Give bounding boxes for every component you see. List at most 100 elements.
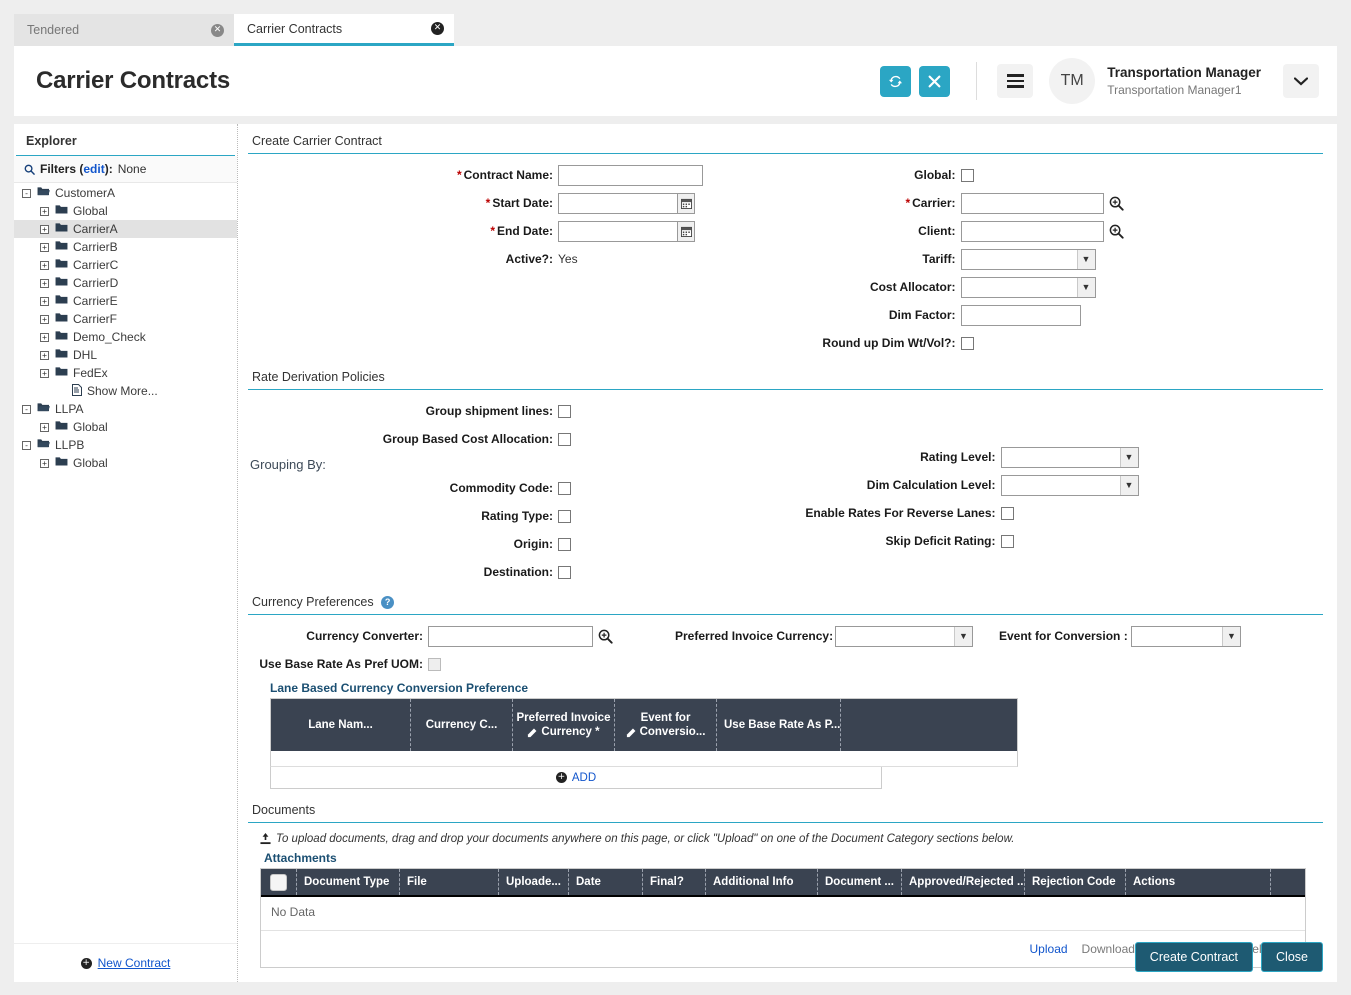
column-file[interactable]: File xyxy=(400,869,499,895)
tree-item-carriera[interactable]: +CarrierA xyxy=(14,220,237,238)
expand-toggle-icon[interactable]: + xyxy=(40,207,49,216)
expand-toggle-icon[interactable]: + xyxy=(40,243,49,252)
column-final[interactable]: Final? xyxy=(643,869,706,895)
tree-item-carrierb[interactable]: + CarrierB xyxy=(14,238,237,256)
tree-item-label: CarrierC xyxy=(73,258,118,272)
column-actions[interactable]: Actions xyxy=(1126,869,1271,895)
collapse-toggle-icon[interactable]: - xyxy=(22,441,31,450)
commodity-code-checkbox[interactable] xyxy=(558,482,571,495)
expand-toggle-icon[interactable]: + xyxy=(40,297,49,306)
end-date-input[interactable] xyxy=(558,221,678,242)
lane-add-button[interactable]: + ADD xyxy=(556,772,596,784)
expand-toggle-icon[interactable]: + xyxy=(40,225,49,234)
rating-level-select[interactable]: ▼ xyxy=(1001,447,1139,468)
new-contract-button[interactable]: + New Contract xyxy=(81,956,171,970)
upload-link[interactable]: Upload xyxy=(1030,942,1068,956)
tree-item-fedex[interactable]: +FedEx xyxy=(14,364,237,382)
preferred-invoice-currency-select[interactable]: ▼ xyxy=(835,626,973,647)
search-icon xyxy=(24,164,35,175)
global-checkbox[interactable] xyxy=(961,169,974,182)
explorer-tree[interactable]: -CustomerA+Global+CarrierA+CarrierB+Carr… xyxy=(14,183,237,943)
expand-toggle-icon[interactable]: + xyxy=(40,459,49,468)
calendar-icon[interactable] xyxy=(678,193,695,214)
column-rejection-code[interactable]: Rejection Code xyxy=(1025,869,1126,895)
contract-name-input[interactable] xyxy=(558,165,703,186)
tab-carrier-contracts[interactable]: Carrier Contracts ✕ xyxy=(234,14,454,46)
close-button[interactable]: Close xyxy=(1261,942,1323,972)
currency-preferences-title: Currency Preferences xyxy=(252,595,374,609)
required-marker: * xyxy=(905,196,910,210)
filters-edit-link[interactable]: edit xyxy=(83,162,104,176)
expand-toggle-icon[interactable]: + xyxy=(40,261,49,270)
filters-row[interactable]: Filters (edit): None xyxy=(14,156,237,183)
tree-item-global[interactable]: +Global xyxy=(14,454,237,472)
tree-item-demo-check[interactable]: +Demo_Check xyxy=(14,328,237,346)
column-document[interactable]: Document ... xyxy=(818,869,902,895)
dim-factor-input[interactable] xyxy=(961,305,1081,326)
expand-toggle-icon[interactable]: + xyxy=(40,423,49,432)
expand-toggle-icon[interactable]: + xyxy=(40,333,49,342)
expand-toggle-icon[interactable]: + xyxy=(40,315,49,324)
tariff-select[interactable]: ▼ xyxy=(961,249,1096,270)
lane-column-lane-name[interactable]: Lane Nam... xyxy=(271,699,411,751)
dim-calculation-level-select[interactable]: ▼ xyxy=(1001,475,1139,496)
select-all-checkbox[interactable] xyxy=(270,874,287,891)
open-folder-icon xyxy=(37,402,50,416)
help-icon[interactable]: ? xyxy=(381,596,394,609)
client-input[interactable] xyxy=(961,221,1104,242)
cost-allocator-select[interactable]: ▼ xyxy=(961,277,1096,298)
tree-item-label: CarrierB xyxy=(73,240,118,254)
rating-type-checkbox[interactable] xyxy=(558,510,571,523)
expand-toggle-icon[interactable]: + xyxy=(40,351,49,360)
origin-checkbox[interactable] xyxy=(558,538,571,551)
tree-item-carrierd[interactable]: +CarrierD xyxy=(14,274,237,292)
tree-item-llpb[interactable]: -LLPB xyxy=(14,436,237,454)
collapse-toggle-icon[interactable]: - xyxy=(22,405,31,414)
skip-deficit-rating-checkbox[interactable] xyxy=(1001,535,1014,548)
carrier-input[interactable] xyxy=(961,193,1104,214)
column-document-type[interactable]: Document Type xyxy=(297,869,400,895)
close-icon[interactable]: ✕ xyxy=(431,22,444,35)
carrier-lookup-button[interactable] xyxy=(1109,196,1124,211)
lane-column-preferred-invoice-currency[interactable]: Preferred Invoice Currency * xyxy=(513,699,615,751)
column-uploaded-by[interactable]: Uploade... xyxy=(499,869,569,895)
start-date-input[interactable] xyxy=(558,193,678,214)
enable-reverse-lanes-checkbox[interactable] xyxy=(1001,507,1014,520)
tree-item-dhl[interactable]: +DHL xyxy=(14,346,237,364)
expand-toggle-icon[interactable]: + xyxy=(40,369,49,378)
currency-converter-lookup-button[interactable] xyxy=(598,629,613,644)
tree-item-global[interactable]: +Global xyxy=(14,202,237,220)
hamburger-menu-icon[interactable] xyxy=(997,64,1033,98)
column-approved-rejected[interactable]: Approved/Rejected ... xyxy=(902,869,1025,895)
create-contract-button[interactable]: Create Contract xyxy=(1135,942,1253,972)
tree-item-customera[interactable]: -CustomerA xyxy=(14,184,237,202)
round-up-dim-checkbox[interactable] xyxy=(961,337,974,350)
tree-item-carriere[interactable]: +CarrierE xyxy=(14,292,237,310)
user-menu-button[interactable] xyxy=(1283,64,1319,98)
lane-column-event-for-conversion[interactable]: Event for Conversio... xyxy=(615,699,717,751)
currency-converter-input[interactable] xyxy=(428,626,593,647)
refresh-button[interactable] xyxy=(880,66,911,97)
expand-toggle-icon[interactable]: + xyxy=(40,279,49,288)
column-date[interactable]: Date xyxy=(569,869,643,895)
group-based-cost-allocation-checkbox[interactable] xyxy=(558,433,571,446)
tree-item-carrierf[interactable]: +CarrierF xyxy=(14,310,237,328)
calendar-icon[interactable] xyxy=(678,221,695,242)
tree-item-global[interactable]: +Global xyxy=(14,418,237,436)
close-window-button[interactable] xyxy=(919,66,950,97)
tree-item-carrierc[interactable]: + CarrierC xyxy=(14,256,237,274)
user-role: Transportation Manager1 xyxy=(1107,82,1261,98)
folder-icon xyxy=(55,366,68,380)
close-icon[interactable]: ✕ xyxy=(211,24,224,37)
column-additional-info[interactable]: Additional Info xyxy=(706,869,818,895)
event-for-conversion-select[interactable]: ▼ xyxy=(1131,626,1241,647)
group-shipment-lines-checkbox[interactable] xyxy=(558,405,571,418)
tree-item-llpa[interactable]: -LLPA xyxy=(14,400,237,418)
tab-tendered[interactable]: Tendered ✕ xyxy=(14,14,234,46)
tree-item-show-more[interactable]: Show More... xyxy=(14,382,237,400)
destination-checkbox[interactable] xyxy=(558,566,571,579)
client-lookup-button[interactable] xyxy=(1109,224,1124,239)
lane-column-use-base-rate[interactable]: Use Base Rate As P... xyxy=(717,699,841,751)
lane-column-currency-converter[interactable]: Currency C... xyxy=(411,699,513,751)
collapse-toggle-icon[interactable]: - xyxy=(22,189,31,198)
